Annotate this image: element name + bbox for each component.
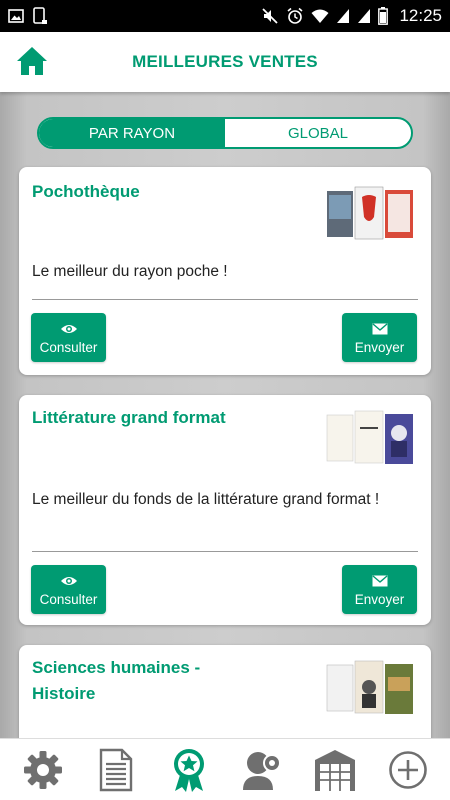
plus-icon [388,750,427,789]
home-icon [17,47,47,75]
view-toggle: PAR RAYON GLOBAL [37,117,413,149]
book-covers-thumbnail [327,186,413,240]
card-description: Le meilleur du rayon poche ! [32,263,228,280]
tab-par-rayon[interactable]: PAR RAYON [39,119,225,147]
send-label: Envoyer [354,591,405,607]
award-star-icon [173,748,204,792]
page-title: MEILLEURES VENTES [132,52,318,71]
content-area: PAR RAYON GLOBAL Pochothèque Le meilleur… [0,92,450,738]
consult-label: Consulter [39,591,98,607]
card-title: Sciences humaines - Histoire [32,658,201,703]
book-covers-thumbnail [326,660,413,714]
home-button[interactable] [14,44,50,80]
category-card: Sciences humaines - Histoire [19,645,431,738]
nav-settings[interactable] [17,744,69,796]
bottom-nav [0,738,450,800]
app-header: MEILLEURES VENTES [0,32,450,92]
nav-documents[interactable] [90,744,142,796]
card-divider [32,299,418,300]
tablet-notification-icon [33,7,47,24]
user-gear-icon [242,751,281,790]
eye-icon [60,576,77,585]
status-time: 12:25 [399,6,442,25]
alarm-icon [287,7,303,24]
signal-icon [358,9,371,23]
bookstore-icon [314,749,355,791]
card-title: Pochothèque [32,182,140,201]
card-divider [32,551,418,552]
send-label: Envoyer [354,339,405,355]
category-card: Littérature grand format Le meilleur du … [19,395,431,625]
tab-global[interactable]: GLOBAL [225,119,411,147]
status-bar: 12:25 [0,0,450,32]
nav-bookstore[interactable] [309,744,361,796]
nav-account[interactable] [236,744,288,796]
gallery-notification-icon [8,9,24,23]
nav-add[interactable] [382,744,434,796]
send-button[interactable]: Envoyer [342,313,417,362]
consult-button[interactable]: Consulter [31,313,106,362]
nav-bestsellers[interactable] [163,744,215,796]
category-card: Pochothèque Le meilleur du rayon poche !… [19,167,431,375]
card-description: Le meilleur du fonds de la littérature g… [32,491,380,508]
envelope-icon [372,574,387,586]
book-covers-thumbnail [326,410,413,464]
card-title: Littérature grand format [32,408,226,427]
eye-icon [60,324,77,333]
battery-icon [378,7,389,25]
envelope-icon [372,322,387,334]
gear-icon [23,750,62,789]
mute-icon [262,8,279,24]
document-icon [99,748,132,791]
send-button[interactable]: Envoyer [342,565,417,614]
consult-label: Consulter [39,339,98,355]
consult-button[interactable]: Consulter [31,565,106,614]
signal-icon [337,9,350,23]
wifi-icon [311,9,329,23]
